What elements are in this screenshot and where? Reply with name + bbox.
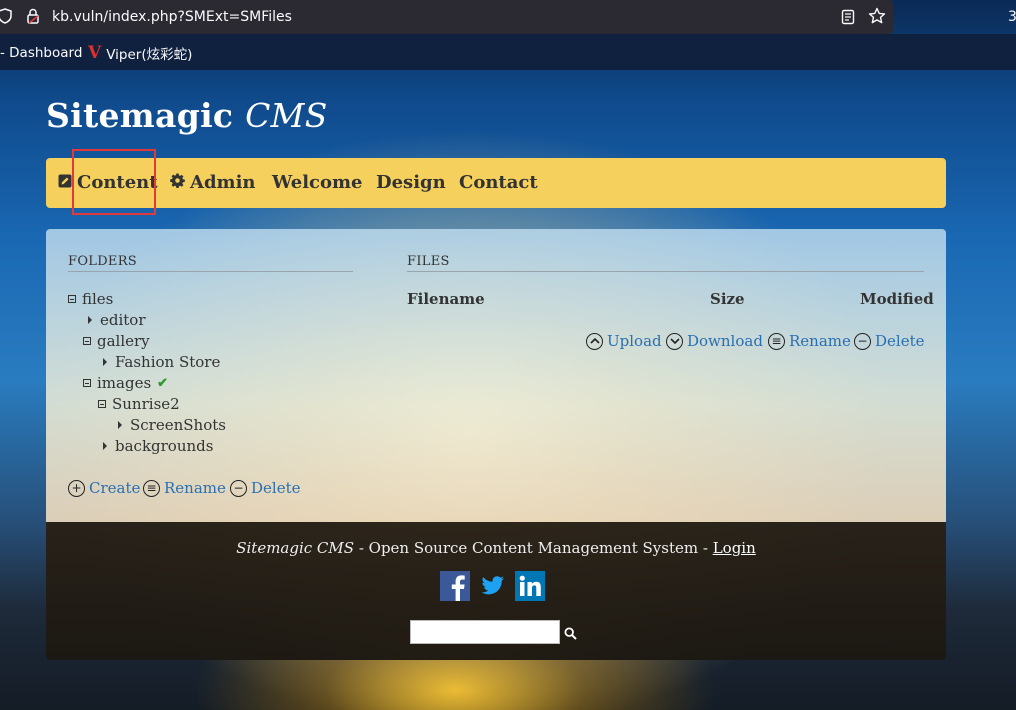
- minus-circle-icon: −: [854, 332, 871, 350]
- address-bar[interactable]: kb.vuln/index.php?SMExt=SMFiles: [0, 0, 893, 34]
- list-circle-icon: ≡: [768, 332, 785, 350]
- folder-gallery[interactable]: gallery: [83, 332, 150, 350]
- folder-rename-label: Rename: [164, 479, 226, 497]
- file-delete-label: Delete: [875, 332, 925, 350]
- collapse-icon[interactable]: [98, 400, 106, 408]
- file-rename-label: Rename: [789, 332, 851, 350]
- footer-text: Sitemagic CMS - Open Source Content Mana…: [46, 539, 946, 557]
- shield-icon[interactable]: [0, 8, 12, 28]
- collapse-icon[interactable]: [83, 337, 91, 345]
- reader-view-icon[interactable]: [841, 9, 855, 29]
- file-download-label: Download: [687, 332, 763, 350]
- folder-editor[interactable]: editor: [88, 311, 146, 329]
- lock-icon[interactable]: [26, 8, 40, 28]
- bookmark-dashboard[interactable]: - Dashboard: [0, 45, 82, 61]
- collapse-icon[interactable]: [68, 295, 76, 303]
- menu-item-contact-label: Contact: [459, 172, 538, 193]
- menu-item-contact[interactable]: Contact: [459, 172, 538, 193]
- folder-label: editor: [100, 311, 146, 329]
- file-manager-panel: FOLDERS files editor gallery Fashion Sto…: [46, 229, 946, 522]
- folder-label: files: [82, 290, 114, 308]
- column-filename[interactable]: Filename: [407, 290, 485, 308]
- file-rename-button[interactable]: ≡ Rename: [768, 332, 851, 350]
- footer-brand: Sitemagic CMS: [236, 539, 355, 557]
- site-title-main: Sitemagic: [46, 96, 234, 135]
- edit-icon: [58, 172, 72, 193]
- folder-rename-button[interactable]: ≡ Rename: [143, 479, 226, 497]
- bookmarks-toolbar: - Dashboard V Viper(炫彩蛇): [0, 34, 1016, 70]
- folder-fashion-store[interactable]: Fashion Store: [103, 353, 220, 371]
- footer-tagline: - Open Source Content Management System …: [354, 539, 713, 557]
- bookmark-viper-label: Viper(炫彩蛇): [106, 47, 193, 63]
- selected-check-icon: ✔: [157, 375, 169, 391]
- bookmark-star-icon[interactable]: [868, 7, 886, 29]
- column-size[interactable]: Size: [710, 290, 745, 308]
- plus-circle-icon: +: [68, 479, 85, 497]
- folder-images[interactable]: images ✔: [83, 374, 168, 392]
- twitter-icon[interactable]: [478, 571, 508, 601]
- folder-label: gallery: [97, 332, 150, 350]
- expand-arrow-icon[interactable]: [103, 358, 107, 366]
- linkedin-icon[interactable]: [515, 571, 545, 601]
- folder-create-label: Create: [89, 479, 141, 497]
- menu-item-design[interactable]: Design: [376, 172, 446, 193]
- facebook-icon[interactable]: [440, 571, 470, 601]
- folder-label: Sunrise2: [112, 395, 180, 413]
- toolbar-edge-glyph: 3: [1008, 9, 1016, 25]
- folder-label: ScreenShots: [130, 416, 226, 434]
- folders-heading: FOLDERS: [68, 254, 138, 269]
- file-upload-button[interactable]: Upload: [586, 332, 662, 350]
- site-title: Sitemagic CMS: [46, 96, 328, 135]
- folder-create-button[interactable]: + Create: [68, 479, 140, 497]
- gear-icon: [170, 172, 185, 193]
- folder-label: backgrounds: [115, 437, 214, 455]
- chevron-up-circle-icon: [586, 332, 603, 350]
- column-modified[interactable]: Modified: [860, 290, 934, 308]
- url-text[interactable]: kb.vuln/index.php?SMExt=SMFiles: [52, 9, 292, 25]
- file-delete-button[interactable]: − Delete: [854, 332, 924, 350]
- file-download-button[interactable]: Download: [666, 332, 763, 350]
- collapse-icon[interactable]: [83, 379, 91, 387]
- viper-logo-icon: V: [88, 43, 102, 63]
- minus-circle-icon: −: [230, 479, 247, 497]
- folder-label: images: [97, 374, 152, 392]
- menu-item-welcome[interactable]: Welcome: [272, 172, 363, 193]
- expand-arrow-icon[interactable]: [88, 316, 92, 324]
- chevron-down-circle-icon: [666, 332, 683, 350]
- file-upload-label: Upload: [607, 332, 662, 350]
- menu-item-design-label: Design: [376, 172, 446, 193]
- bookmark-viper[interactable]: V Viper(炫彩蛇): [88, 43, 192, 63]
- menu-item-welcome-label: Welcome: [272, 172, 363, 193]
- expand-arrow-icon[interactable]: [118, 421, 122, 429]
- menu-item-admin[interactable]: Admin: [170, 172, 256, 193]
- site-footer: Sitemagic CMS - Open Source Content Mana…: [46, 522, 946, 660]
- folder-sunrise2[interactable]: Sunrise2: [98, 395, 180, 413]
- folder-delete-label: Delete: [251, 479, 301, 497]
- folder-screenshots[interactable]: ScreenShots: [118, 416, 226, 434]
- menu-item-admin-label: Admin: [190, 172, 256, 193]
- search-icon[interactable]: [564, 625, 577, 644]
- expand-arrow-icon[interactable]: [103, 442, 107, 450]
- files-heading: FILES: [407, 254, 450, 269]
- login-link[interactable]: Login: [713, 539, 756, 557]
- list-circle-icon: ≡: [143, 479, 160, 497]
- site-title-cms: CMS: [245, 96, 328, 135]
- folder-label: Fashion Store: [115, 353, 221, 371]
- files-divider: [407, 271, 924, 272]
- folder-delete-button[interactable]: − Delete: [230, 479, 300, 497]
- folders-divider: [68, 271, 353, 272]
- highlight-annotation-box: [72, 149, 156, 215]
- folder-files[interactable]: files: [68, 290, 113, 308]
- search-input[interactable]: [410, 620, 560, 644]
- main-menu: Content Admin Welcome Design Contact: [46, 158, 946, 208]
- folder-backgrounds[interactable]: backgrounds: [103, 437, 213, 455]
